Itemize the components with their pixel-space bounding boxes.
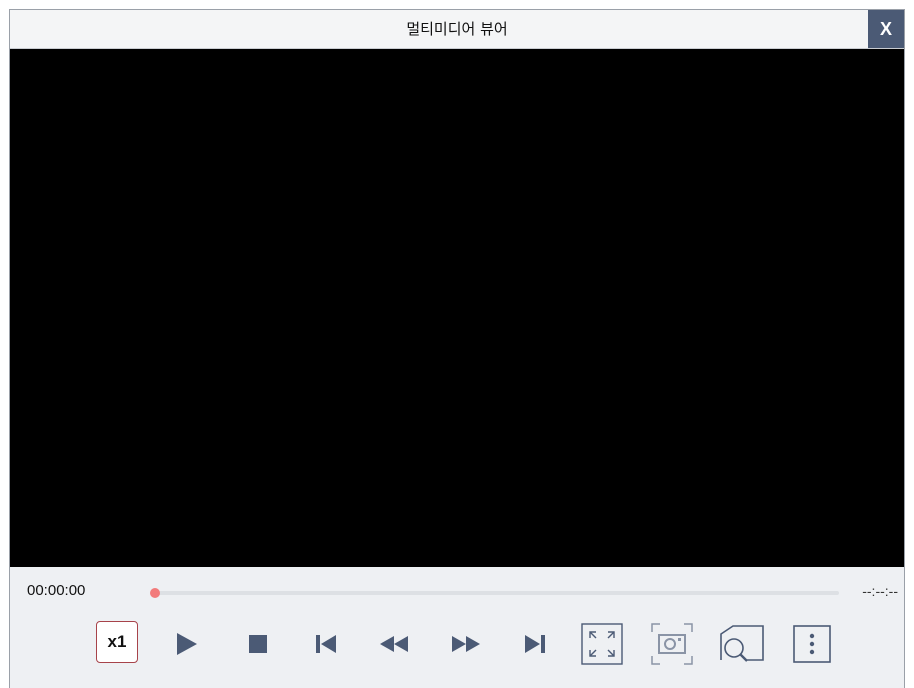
more-options-button[interactable] [790, 621, 834, 667]
seekbar-row: 00:00:00 --:--:-- [10, 578, 904, 606]
video-display[interactable] [10, 49, 904, 567]
play-icon [177, 633, 197, 655]
seek-track[interactable] [150, 588, 839, 598]
snapshot-button[interactable] [648, 621, 696, 667]
fullscreen-icon [581, 623, 623, 665]
fast-forward-button[interactable] [444, 621, 488, 667]
play-button[interactable] [166, 621, 206, 667]
snapshot-icon [651, 623, 693, 665]
title-bar: 멀티미디어 뷰어 X [10, 10, 904, 49]
zoom-search-button[interactable] [718, 621, 766, 667]
skip-next-button[interactable] [515, 621, 555, 667]
rewind-icon [380, 636, 408, 652]
fast-forward-icon [452, 636, 480, 652]
skip-next-icon [525, 635, 545, 653]
close-button[interactable]: X [868, 10, 904, 48]
skip-previous-button[interactable] [306, 621, 346, 667]
stop-icon [249, 635, 267, 653]
seek-handle[interactable] [150, 588, 160, 598]
current-time: 00:00:00 [27, 582, 86, 599]
speed-button[interactable]: x1 [96, 621, 138, 663]
rewind-button[interactable] [372, 621, 416, 667]
fullscreen-button[interactable] [578, 621, 626, 667]
skip-previous-icon [316, 635, 336, 653]
more-options-icon [793, 625, 831, 663]
multimedia-viewer-window: 멀티미디어 뷰어 X 00:00:00 --:--:-- x1 [9, 9, 905, 688]
total-time: --:--:-- [862, 583, 898, 599]
control-bar: x1 [10, 621, 904, 671]
window-title: 멀티미디어 뷰어 [406, 20, 508, 38]
zoom-search-icon [720, 625, 764, 662]
stop-button[interactable] [238, 621, 278, 667]
